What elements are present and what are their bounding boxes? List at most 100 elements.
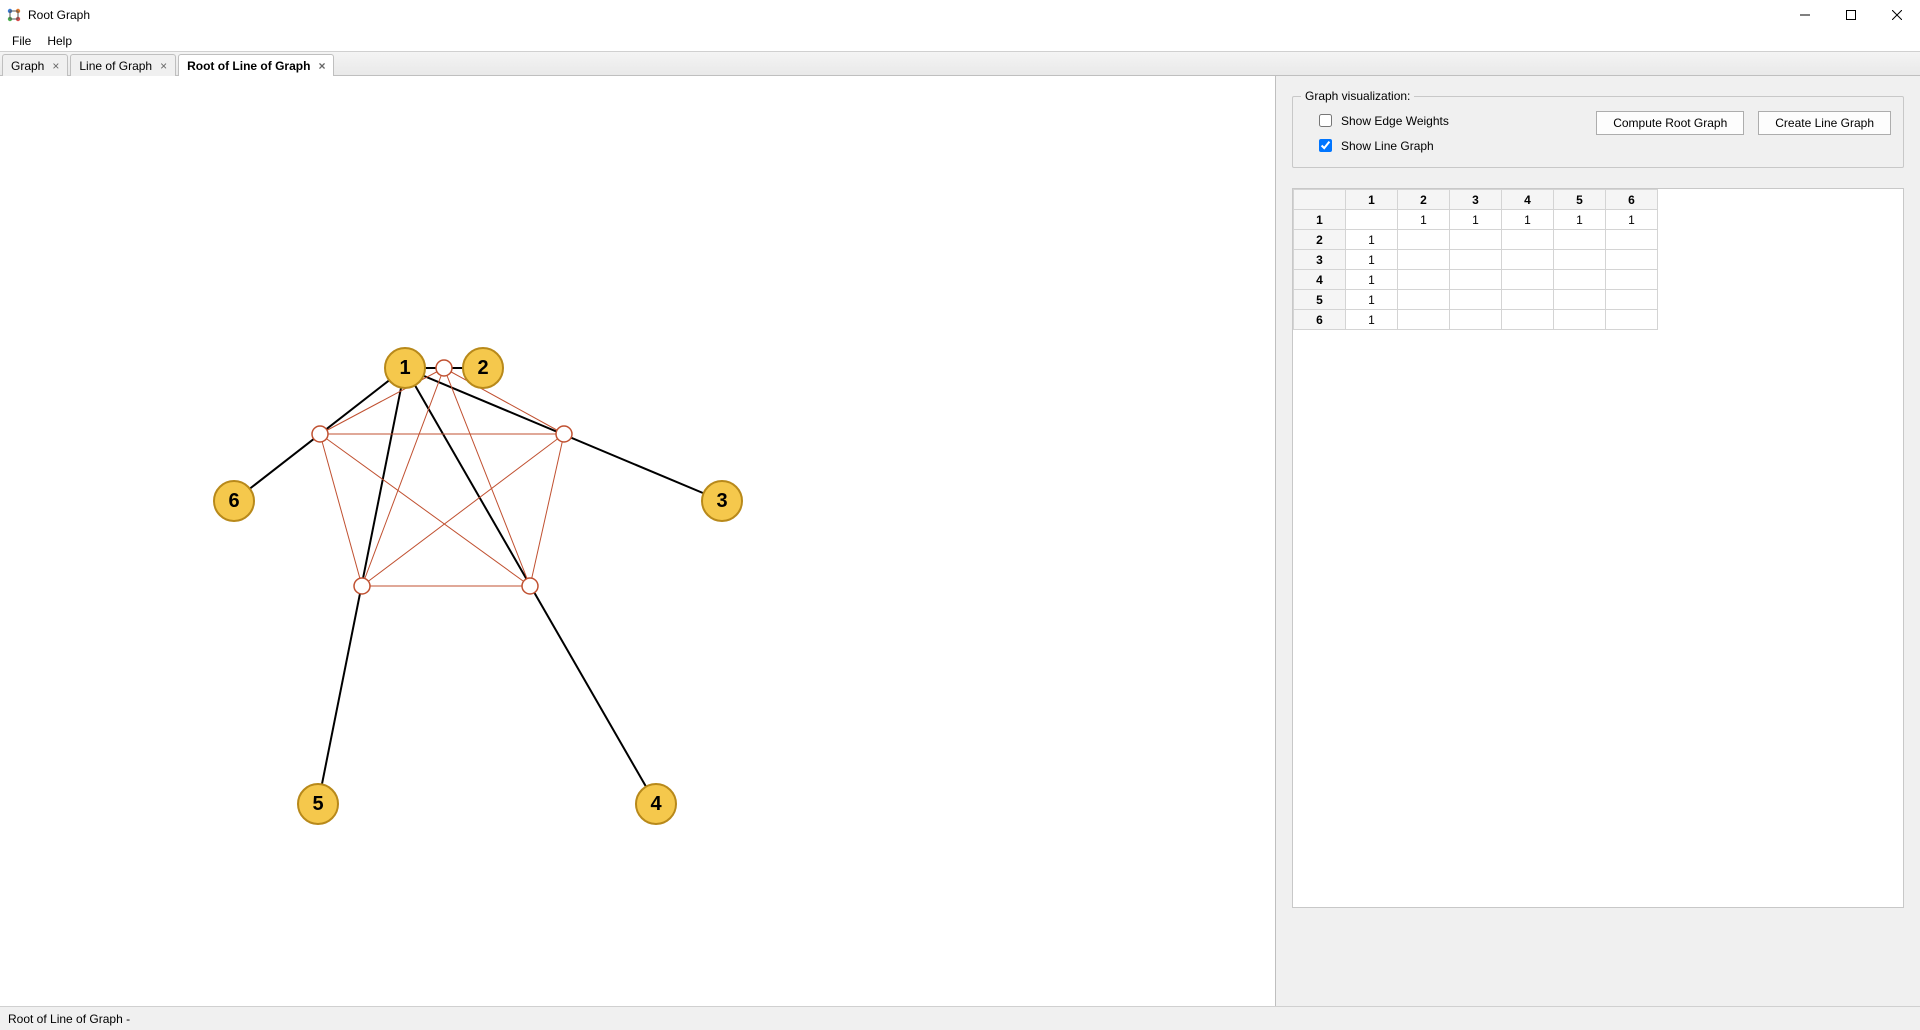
show-line-graph-checkbox[interactable] [1319,139,1332,152]
line-graph-edge[interactable] [320,434,530,586]
tab-label: Line of Graph [79,59,152,73]
table-cell[interactable]: 1 [1450,210,1502,230]
show-edge-weights-checkbox[interactable] [1319,114,1332,127]
graph-canvas[interactable]: 123456 [0,76,1276,1006]
tab-line-of-graph[interactable]: Line of Graph × [70,54,176,76]
status-bar: Root of Line of Graph - [0,1006,1920,1030]
table-row: 111111 [1294,210,1658,230]
show-line-graph-row[interactable]: Show Line Graph [1315,136,1449,155]
title-bar: Root Graph [0,0,1920,30]
table-row: 41 [1294,270,1658,290]
graph-node-label: 3 [716,490,727,512]
line-graph-node[interactable] [556,426,572,442]
table-cell[interactable] [1502,250,1554,270]
adjacency-table-container: 1234561111112131415161 [1292,188,1904,908]
show-line-graph-label: Show Line Graph [1341,139,1434,153]
table-cell[interactable] [1606,270,1658,290]
table-cell[interactable] [1606,250,1658,270]
row-header[interactable]: 3 [1294,250,1346,270]
table-cell[interactable] [1398,250,1450,270]
line-graph-node[interactable] [354,578,370,594]
tab-strip: Graph×Line of Graph×Root of Line of Grap… [0,52,1920,76]
line-graph-edge[interactable] [362,368,444,586]
tab-close-icon[interactable]: × [160,60,167,72]
line-graph-node[interactable] [522,578,538,594]
status-text: Root of Line of Graph - [8,1012,130,1026]
table-cell[interactable]: 1 [1346,290,1398,310]
table-cell[interactable] [1502,310,1554,330]
maximize-button[interactable] [1828,0,1874,30]
table-cell[interactable] [1502,290,1554,310]
table-cell[interactable]: 1 [1346,230,1398,250]
table-cell[interactable]: 1 [1606,210,1658,230]
line-graph-edge[interactable] [530,434,564,586]
line-graph-edge[interactable] [444,368,564,434]
table-cell[interactable] [1398,230,1450,250]
table-cell[interactable] [1450,270,1502,290]
table-cell[interactable] [1450,230,1502,250]
table-cell[interactable] [1554,310,1606,330]
table-cell[interactable] [1450,290,1502,310]
table-cell[interactable] [1606,310,1658,330]
table-cell[interactable]: 1 [1346,270,1398,290]
table-cell[interactable] [1398,290,1450,310]
show-edge-weights-label: Show Edge Weights [1341,114,1449,128]
menu-help[interactable]: Help [39,32,80,50]
line-graph-node[interactable] [436,360,452,376]
row-header[interactable]: 4 [1294,270,1346,290]
line-graph-edge[interactable] [362,434,564,586]
table-cell[interactable] [1554,250,1606,270]
table-row: 51 [1294,290,1658,310]
table-cell[interactable]: 1 [1398,210,1450,230]
table-cell[interactable] [1346,210,1398,230]
graph-node-label: 1 [399,357,410,379]
compute-root-graph-button[interactable]: Compute Root Graph [1596,111,1744,135]
tab-close-icon[interactable]: × [318,60,325,72]
table-cell[interactable] [1554,230,1606,250]
row-header[interactable]: 6 [1294,310,1346,330]
close-button[interactable] [1874,0,1920,30]
line-graph-edge[interactable] [320,368,444,434]
table-cell[interactable]: 1 [1346,310,1398,330]
row-header[interactable]: 5 [1294,290,1346,310]
app-icon [6,7,22,23]
tab-label: Root of Line of Graph [187,59,310,73]
table-cell[interactable]: 1 [1502,210,1554,230]
tab-graph[interactable]: Graph × [2,54,68,76]
table-cell[interactable] [1554,290,1606,310]
row-header[interactable]: 2 [1294,230,1346,250]
graph-visualization-group: Graph visualization: Show Edge Weights S… [1292,96,1904,168]
col-header[interactable]: 1 [1346,190,1398,210]
show-edge-weights-row[interactable]: Show Edge Weights [1315,111,1449,130]
graph-node-label: 5 [312,793,323,815]
table-cell[interactable] [1398,270,1450,290]
table-cell[interactable] [1606,230,1658,250]
adjacency-table[interactable]: 1234561111112131415161 [1293,189,1658,330]
col-header[interactable]: 6 [1606,190,1658,210]
minimize-button[interactable] [1782,0,1828,30]
table-cell[interactable]: 1 [1554,210,1606,230]
tab-close-icon[interactable]: × [52,60,59,72]
tab-root-of-line-of-graph[interactable]: Root of Line of Graph × [178,54,334,76]
table-cell[interactable] [1606,290,1658,310]
col-header[interactable]: 3 [1450,190,1502,210]
col-header[interactable]: 2 [1398,190,1450,210]
col-header[interactable]: 5 [1554,190,1606,210]
table-cell[interactable] [1450,310,1502,330]
table-cell[interactable]: 1 [1346,250,1398,270]
table-cell[interactable] [1450,250,1502,270]
line-graph-node[interactable] [312,426,328,442]
menu-file[interactable]: File [4,32,39,50]
table-cell[interactable] [1502,230,1554,250]
table-cell[interactable] [1398,310,1450,330]
create-line-graph-button[interactable]: Create Line Graph [1758,111,1891,135]
line-graph-edge[interactable] [320,434,362,586]
menu-bar: File Help [0,30,1920,52]
graph-node-label: 6 [228,490,239,512]
line-graph-edge[interactable] [444,368,530,586]
row-header[interactable]: 1 [1294,210,1346,230]
col-header[interactable]: 4 [1502,190,1554,210]
table-cell[interactable] [1502,270,1554,290]
table-cell[interactable] [1554,270,1606,290]
tab-label: Graph [11,59,44,73]
